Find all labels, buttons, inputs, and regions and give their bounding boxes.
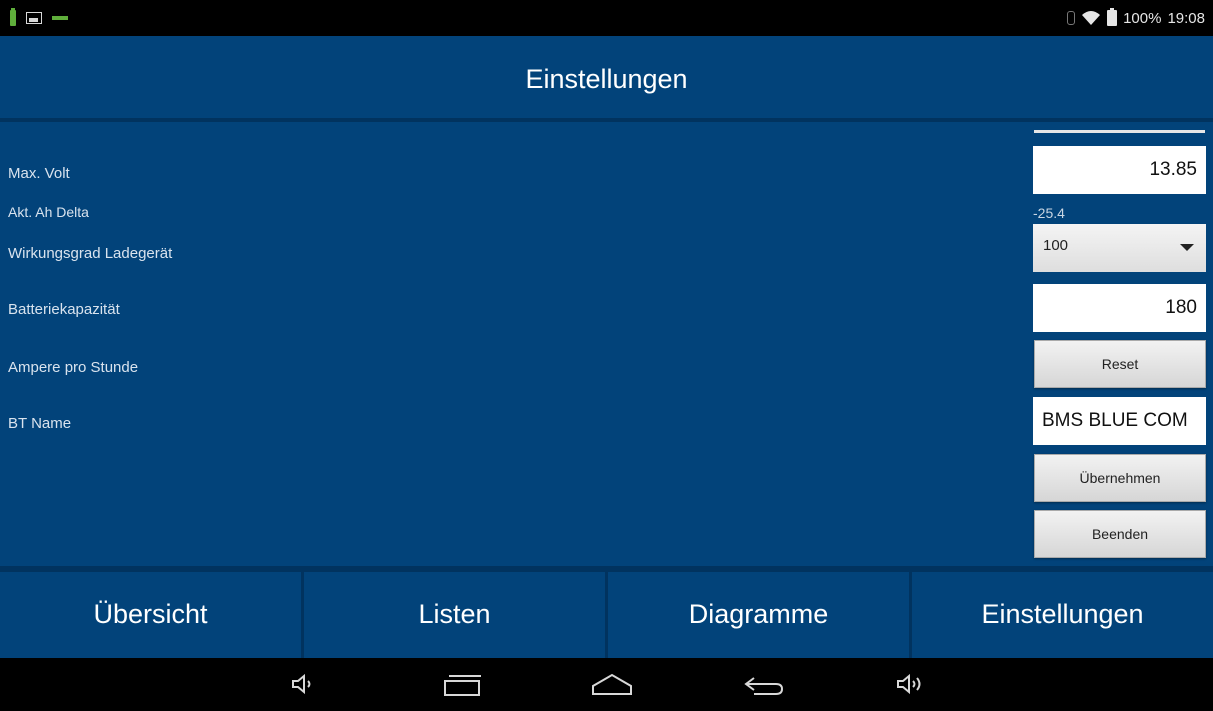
- tab-settings[interactable]: Einstellungen: [912, 572, 1213, 658]
- charger-efficiency-select[interactable]: 100: [1033, 224, 1206, 272]
- home-icon[interactable]: [590, 672, 634, 698]
- charger-efficiency-value: 100: [1043, 237, 1069, 254]
- status-left: [10, 8, 68, 28]
- volume-up-icon[interactable]: [895, 672, 929, 696]
- chevron-down-icon: [1180, 244, 1194, 251]
- status-right: 100% 19:08: [1067, 7, 1205, 29]
- scroll-indicator: [1034, 130, 1205, 133]
- bt-name-label: BT Name: [8, 415, 72, 432]
- image-icon: [26, 12, 42, 24]
- status-bar: 100% 19:08: [0, 0, 1213, 36]
- max-volt-label: Max. Volt: [8, 165, 70, 182]
- signal-bar-icon: [52, 16, 68, 20]
- recent-apps-icon[interactable]: [442, 672, 484, 698]
- battery-icon: [1107, 8, 1118, 26]
- bottom-tab-bar: Übersicht Listen Diagramme Einstellungen: [0, 566, 1213, 658]
- battery-percent: 100%: [1123, 9, 1162, 27]
- tab-overview[interactable]: Übersicht: [0, 572, 304, 658]
- exit-button[interactable]: Beenden: [1034, 510, 1206, 558]
- settings-screen: 100% 19:08 Einstellungen Max. Volt 13.85…: [0, 0, 1213, 711]
- tab-charts[interactable]: Diagramme: [608, 572, 912, 658]
- ampere-per-hour-label: Ampere pro Stunde: [8, 359, 139, 376]
- settings-list[interactable]: Max. Volt 13.85 Akt. Ah Delta -25.4 Wirk…: [0, 126, 1213, 566]
- clock: 19:08: [1167, 9, 1205, 27]
- tab-lists[interactable]: Listen: [304, 572, 608, 658]
- title-bar: Einstellungen: [0, 36, 1213, 122]
- bluetooth-icon: [1067, 11, 1076, 25]
- ah-delta-value: -25.4: [1033, 205, 1065, 221]
- max-volt-input[interactable]: 13.85: [1033, 146, 1206, 194]
- reset-button[interactable]: Reset: [1034, 340, 1206, 388]
- system-nav-bar: [0, 658, 1213, 711]
- volume-down-icon[interactable]: [290, 672, 316, 696]
- battery-capacity-input[interactable]: 180: [1033, 284, 1206, 332]
- back-icon[interactable]: [742, 672, 786, 698]
- apply-button[interactable]: Übernehmen: [1034, 454, 1206, 502]
- page-title: Einstellungen: [525, 64, 688, 94]
- bt-name-input[interactable]: BMS BLUE COM: [1033, 397, 1206, 445]
- wifi-icon: [1081, 10, 1101, 26]
- ah-delta-label: Akt. Ah Delta: [8, 204, 89, 220]
- battery-capacity-label: Batteriekapazität: [8, 301, 120, 318]
- charger-efficiency-label: Wirkungsgrad Ladegerät: [8, 245, 173, 262]
- battery-charging-icon: [10, 8, 16, 26]
